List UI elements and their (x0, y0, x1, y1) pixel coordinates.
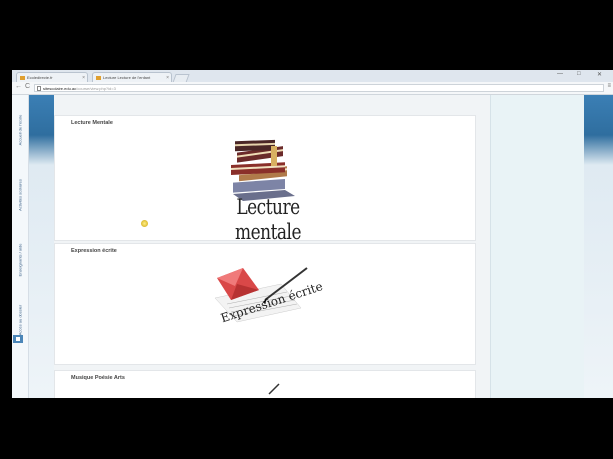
navigation-bar: ← C sitescolaire.edu.ac/course/view.php?… (12, 82, 613, 95)
address-bar[interactable]: sitescolaire.edu.ac/course/view.php?id=3 (34, 84, 604, 92)
browser-tab-2[interactable]: Lecture Lecture de l'enfant × (92, 72, 172, 82)
expression-ecrite-image[interactable]: Expression écrite (207, 264, 324, 344)
side-tab-label: Enseignants / aide (17, 243, 23, 277)
section-musique-poesie-arts: Musique Poésie Arts (54, 370, 476, 398)
pen-icon (268, 383, 280, 395)
section-expression-ecrite: Expression écrite Expression écrite (54, 243, 476, 365)
main-content: Lecture Mentale Lecture mentale Expressi… (54, 95, 490, 398)
side-tab-label: Accueil de l'école (17, 114, 23, 146)
video-letterbox-top (0, 0, 613, 70)
image-caption: Lecture mentale (234, 195, 302, 245)
browser-window: Ecoledirecte.fr × Lecture Lecture de l'e… (12, 70, 613, 398)
browser-menu-icon[interactable]: ≡ (607, 83, 611, 89)
side-tab-3[interactable]: Enseignants / aide (13, 230, 27, 290)
url-path: /course/view.php?id=3 (76, 86, 116, 91)
side-tab-label: Accès au dossier (17, 304, 23, 336)
close-tab-icon[interactable]: × (166, 73, 169, 82)
left-decorative-band (29, 95, 54, 398)
video-letterbox-bottom (0, 398, 613, 459)
tab-title: Lecture Lecture de l'enfant (103, 75, 151, 80)
browser-tab-1[interactable]: Ecoledirecte.fr × (16, 72, 88, 82)
close-tab-icon[interactable]: × (82, 73, 85, 82)
favicon-icon (96, 76, 101, 80)
mouse-cursor-highlight (141, 220, 148, 227)
tab-title: Ecoledirecte.fr (27, 75, 53, 80)
minimize-button[interactable]: — (557, 71, 563, 77)
lecture-mentale-image[interactable]: Lecture mentale (213, 128, 323, 245)
side-panel-toggle-icon[interactable] (13, 335, 23, 343)
side-tab-1[interactable]: Accueil de l'école (13, 100, 27, 160)
section-lecture-mentale: Lecture Mentale Lecture mentale (54, 115, 476, 245)
maximize-button[interactable]: □ (577, 71, 581, 77)
side-tab-label: Activités scolaires (17, 179, 23, 211)
favicon-icon (20, 76, 25, 80)
section-title: Expression écrite (71, 248, 117, 254)
reload-button[interactable]: C (25, 83, 30, 90)
side-tab-2[interactable]: Activités scolaires (13, 165, 27, 225)
web-page: Accueil de l'école Activités scolaires E… (12, 95, 613, 398)
url-host: sitescolaire.edu.ac (43, 86, 77, 91)
side-tab-bar: Accueil de l'école Activités scolaires E… (12, 95, 29, 398)
section-title: Musique Poésie Arts (71, 375, 125, 381)
page-info-icon[interactable] (37, 86, 41, 91)
section-title: Lecture Mentale (71, 120, 113, 126)
close-window-button[interactable]: ✕ (597, 71, 602, 78)
right-sidebar (490, 95, 585, 398)
back-button[interactable]: ← (15, 83, 22, 90)
right-decorative-band (584, 95, 613, 398)
